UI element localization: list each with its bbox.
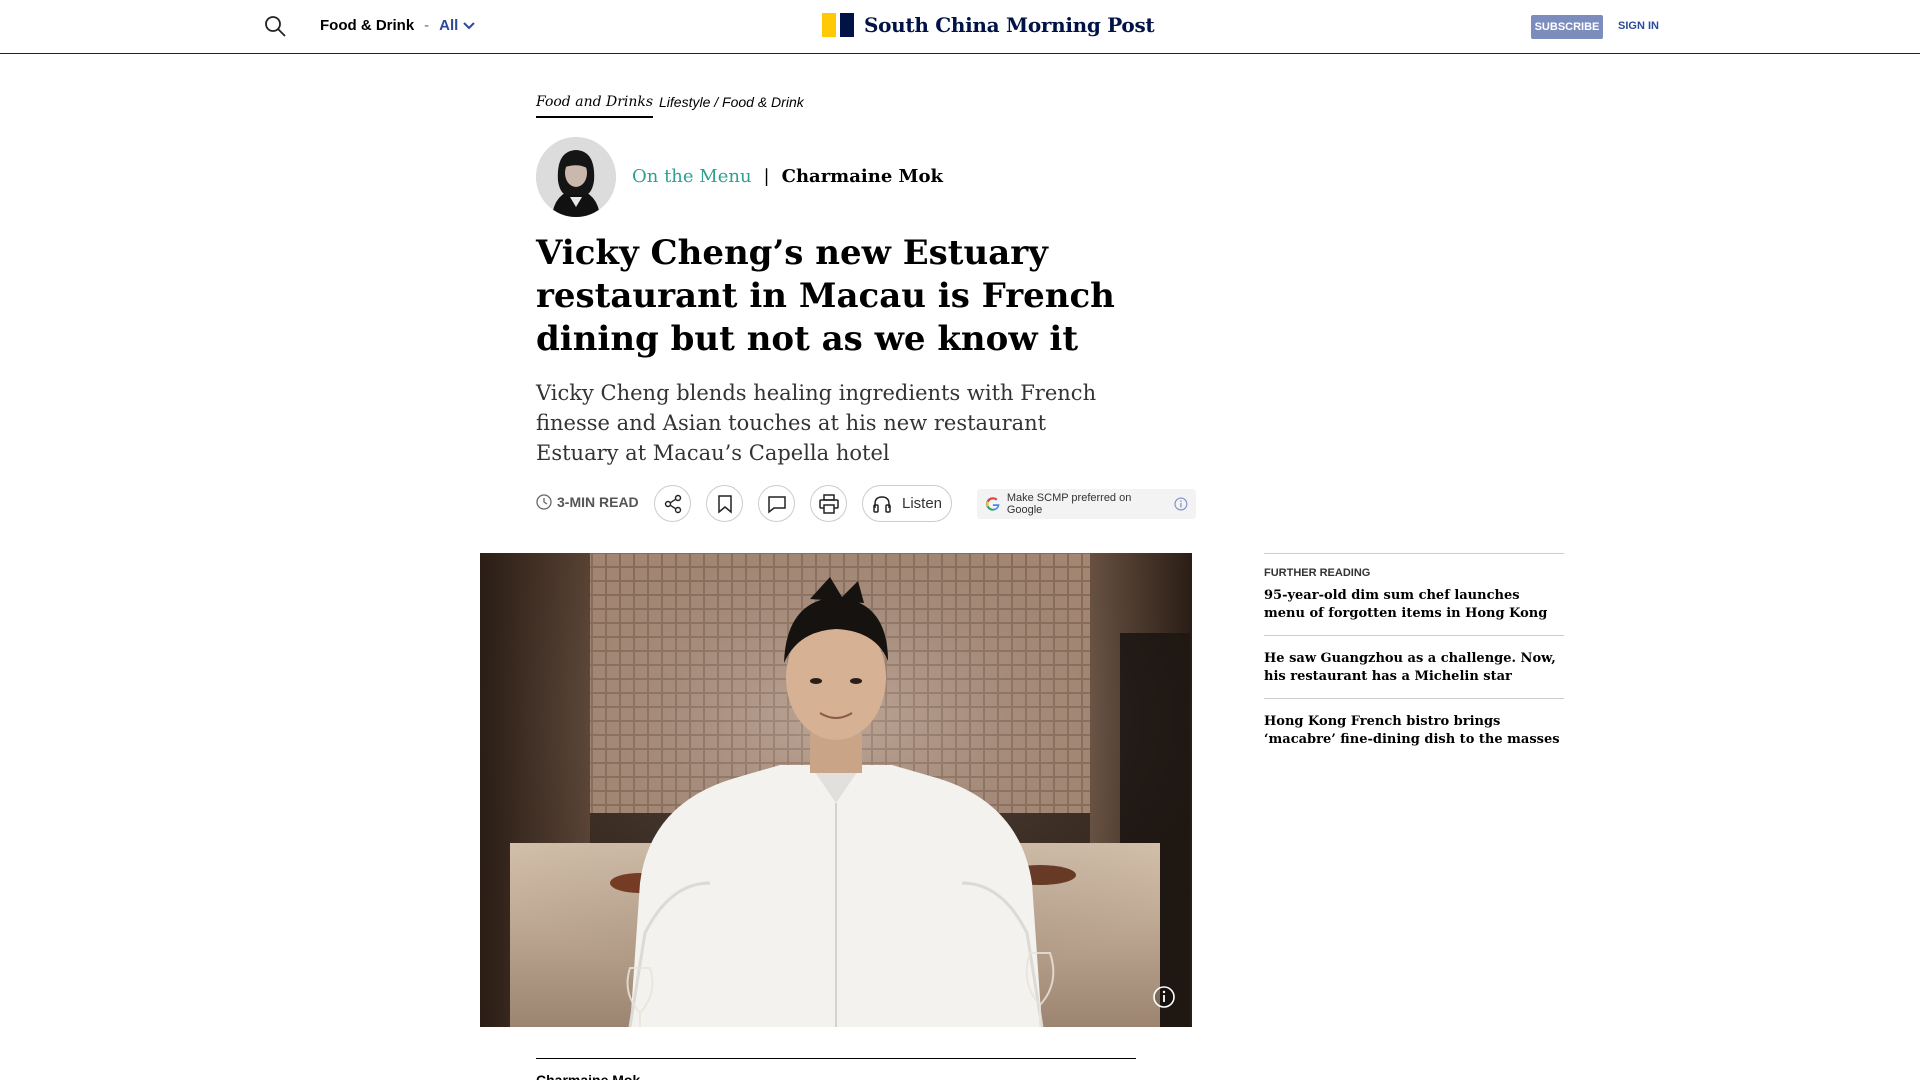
further-reading-title: FURTHER READING: [1264, 567, 1371, 579]
google-preferred-source-button[interactable]: Make SCMP preferred on Google: [977, 489, 1196, 519]
byline-divider: [536, 1058, 1136, 1059]
chevron-down-icon: [463, 21, 476, 29]
image-caption-info-icon[interactable]: [1152, 985, 1176, 1009]
bookmark-icon: [717, 494, 732, 514]
subscribe-button[interactable]: SUBSCRIBE: [1531, 15, 1603, 39]
logo-mark: [822, 13, 854, 37]
scmp-logo[interactable]: South China Morning Post: [822, 13, 1155, 37]
article-headline: Vicky Cheng’s new Estuary restaurant in …: [536, 233, 1115, 359]
author-avatar[interactable]: [536, 137, 616, 217]
section-name[interactable]: Food & Drink: [320, 17, 414, 34]
breadcrumb-section-path[interactable]: Lifestyle / Food & Drink: [659, 94, 804, 110]
section-separator: -: [424, 17, 430, 34]
author-name-link[interactable]: Charmaine Mok: [782, 166, 943, 187]
article-actions: 3-MIN READ Listen Make SCMP preferred on…: [536, 485, 1196, 522]
sign-in-link[interactable]: SIGN IN: [1618, 20, 1659, 32]
further-reading-item[interactable]: He saw Guangzhou as a challenge. Now, hi…: [1264, 650, 1564, 699]
author-line: On the Menu | Charmaine Mok: [632, 166, 943, 187]
further-reading-item[interactable]: Hong Kong French bistro brings ‘macabre’…: [1264, 713, 1564, 761]
clock-icon: [536, 494, 552, 510]
read-time-label: 3-MIN READ: [557, 494, 639, 510]
section-nav: Food & Drink - All: [320, 17, 476, 34]
print-button[interactable]: [810, 485, 847, 522]
further-reading-item[interactable]: 95-year-old dim sum chef launches menu o…: [1264, 587, 1564, 636]
top-navigation-bar: Food & Drink - All South China Morning P…: [0, 0, 1920, 54]
read-time: 3-MIN READ: [536, 494, 639, 510]
section-filter-label: All: [439, 17, 459, 34]
comment-button[interactable]: [758, 485, 795, 522]
share-icon: [664, 494, 681, 513]
hero-image-chef-portrait: [480, 553, 1192, 1027]
bookmark-button[interactable]: [706, 485, 743, 522]
article-summary: Vicky Cheng blends healing ingredients w…: [536, 381, 1097, 465]
author-separator: |: [763, 166, 770, 187]
google-icon: [985, 497, 1000, 511]
google-preferred-label: Make SCMP preferred on Google: [1006, 492, 1132, 516]
listen-label: Listen: [901, 495, 943, 512]
print-icon: [818, 493, 839, 514]
listen-button[interactable]: Listen: [862, 485, 952, 522]
byline-author[interactable]: Charmaine Mok: [536, 1071, 640, 1080]
breadcrumb-primary-topic[interactable]: Food and Drinks: [536, 94, 654, 118]
further-reading-panel: FURTHER READING 95-year-old dim sum chef…: [1264, 553, 1564, 775]
headphones-icon: [873, 495, 891, 513]
search-icon[interactable]: [263, 14, 289, 40]
logo-text: South China Morning Post: [864, 13, 1155, 37]
comment-icon: [767, 495, 786, 514]
column-name-link[interactable]: On the Menu: [632, 166, 752, 187]
info-icon[interactable]: [1174, 497, 1188, 511]
share-button[interactable]: [654, 485, 691, 522]
section-filter-dropdown[interactable]: All: [439, 17, 476, 34]
